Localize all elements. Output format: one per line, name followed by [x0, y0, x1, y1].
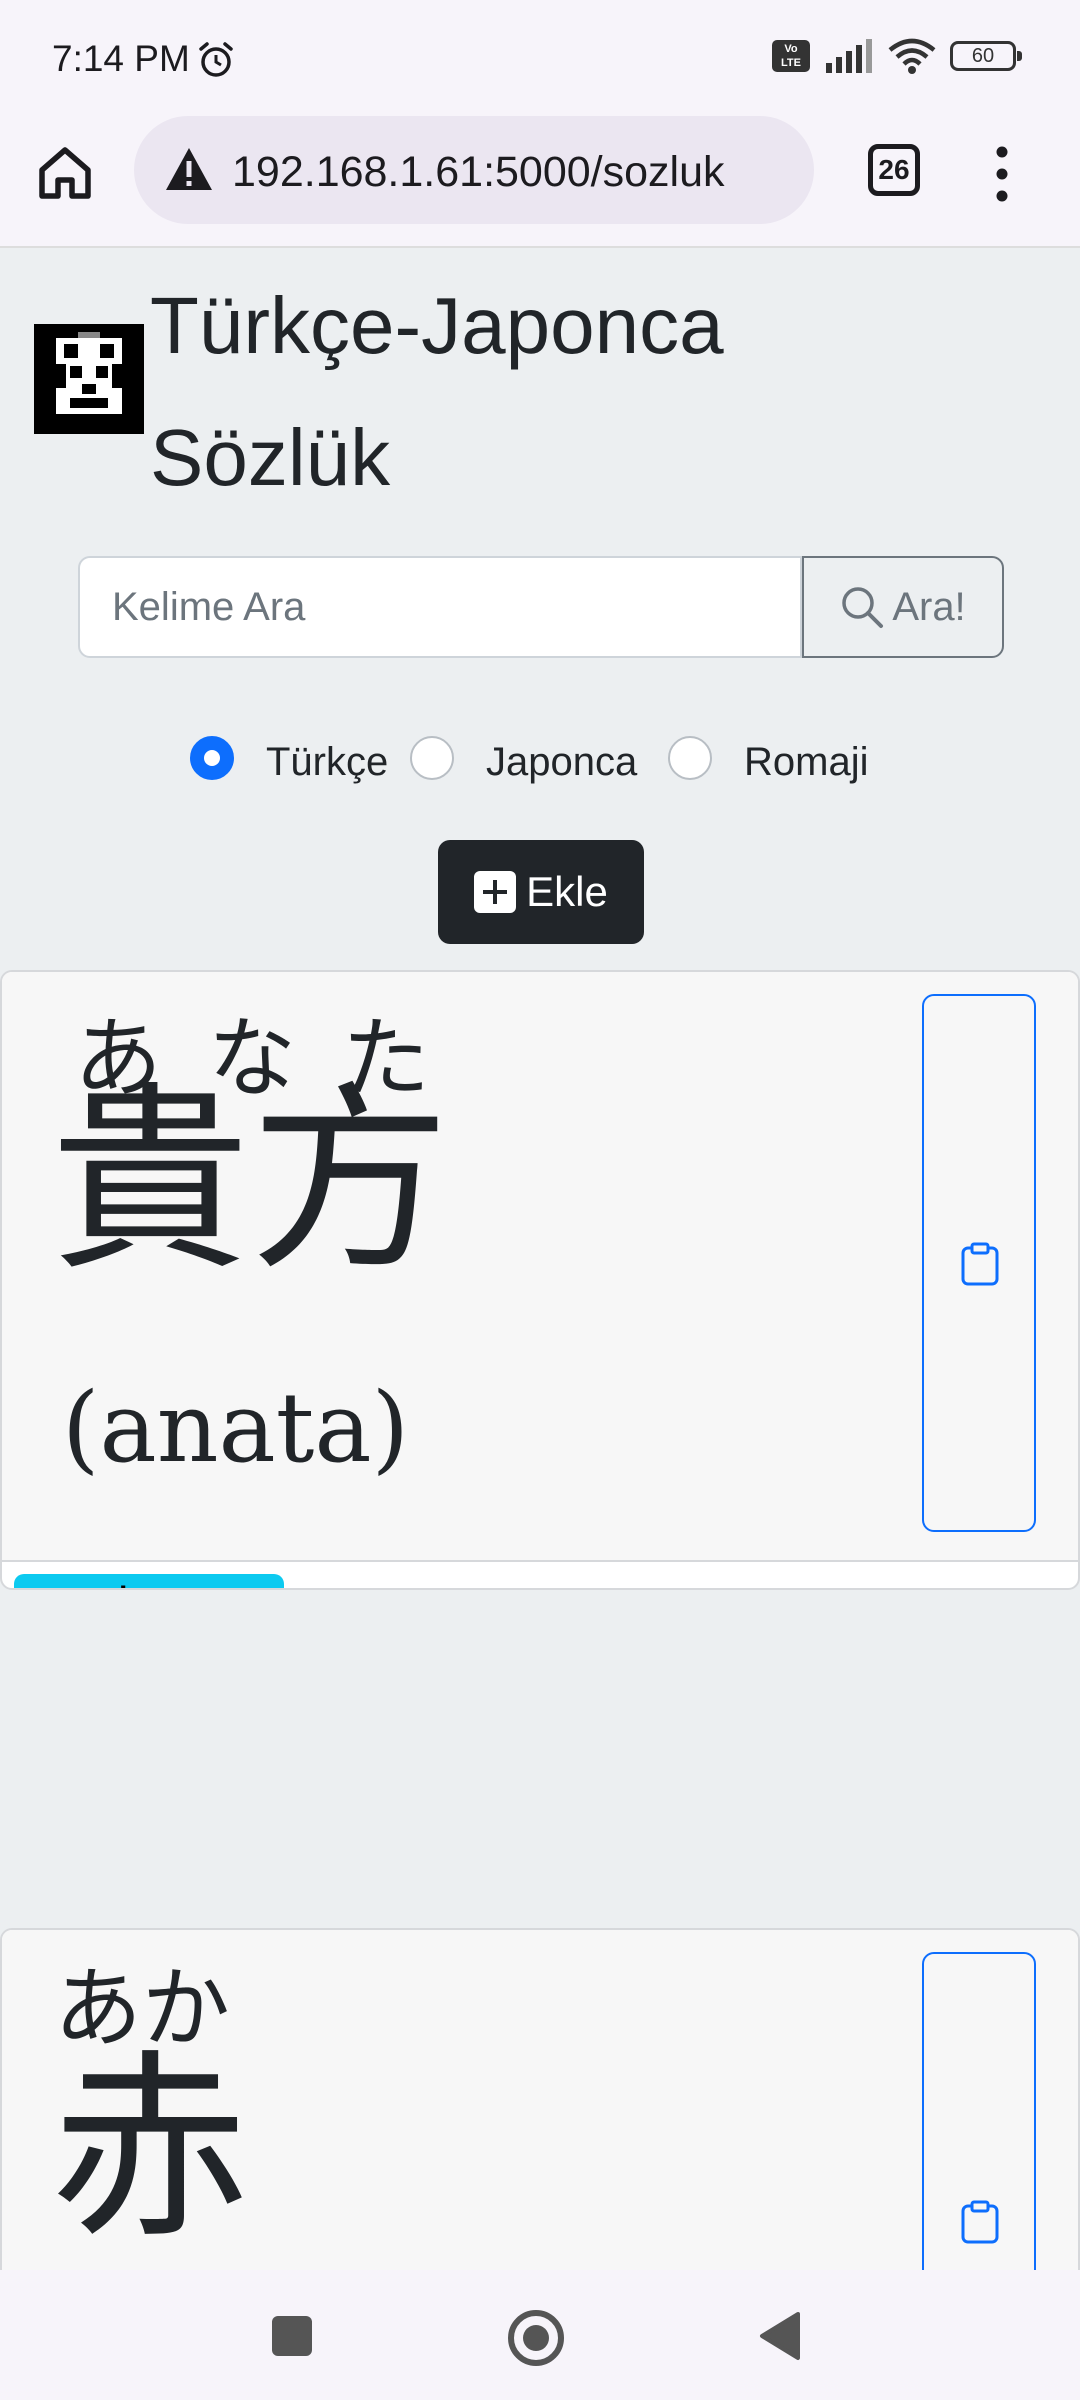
url-text[interactable]: 192.168.1.61:5000/sozluk [232, 148, 725, 197]
word-card: あなた 貴方 (anata) İsim sen [0, 970, 1080, 1590]
alarm-icon [199, 42, 233, 77]
status-bar: 7:14 PM Vo LTE 60 [0, 0, 1080, 112]
home-icon[interactable] [32, 140, 98, 206]
radio-label-japonca[interactable]: Japonca [486, 740, 637, 785]
status-time: 7:14 PM [52, 38, 190, 79]
search-button-label: Ara! [892, 584, 966, 629]
site-logo-icon [34, 324, 144, 434]
romaji-text: (anata) [62, 1372, 410, 1484]
copy-button[interactable] [922, 994, 1036, 1532]
add-word-button[interactable]: Ekle [438, 840, 644, 944]
volte-icon: Vo LTE [772, 40, 810, 72]
system-nav-bar [0, 2270, 1080, 2400]
radio-japonca[interactable] [410, 736, 454, 780]
word-card-header: あなた 貴方 (anata) [2, 972, 1078, 1562]
address-bar[interactable]: 192.168.1.61:5000/sozluk [134, 116, 814, 224]
language-radio-group: Türkçe Japonca Romaji [0, 728, 1080, 798]
word-type-badge: İsim [14, 1574, 284, 1588]
signal-icon [826, 39, 872, 73]
battery-icon: 60 [950, 41, 1022, 71]
word-card: あか 赤 [0, 1928, 1080, 2270]
warning-icon[interactable] [164, 146, 214, 192]
search-form: Ara! [78, 556, 1004, 658]
radio-label-turkce[interactable]: Türkçe [266, 740, 388, 785]
kanji-text: 赤 [50, 2033, 251, 2266]
search-button[interactable]: Ara! [802, 556, 1004, 658]
more-options-icon[interactable] [992, 146, 1012, 202]
radio-label-romaji[interactable]: Romaji [744, 740, 868, 785]
recents-icon[interactable] [272, 2316, 312, 2356]
home-nav-icon[interactable] [508, 2310, 564, 2366]
radio-turkce[interactable] [190, 736, 234, 780]
word-card-header: あか 赤 [2, 1930, 1078, 2270]
add-button-label: Ekle [526, 868, 608, 915]
status-icons: Vo LTE 60 [772, 38, 1022, 74]
clipboard-icon [961, 1242, 999, 1286]
kanji-text: 貴方 [50, 1065, 451, 1298]
browser-toolbar: 192.168.1.61:5000/sozluk 26 [0, 112, 1080, 248]
plus-square-icon [474, 871, 517, 913]
search-input[interactable] [78, 556, 802, 658]
clipboard-icon [961, 2200, 999, 2244]
tab-switcher-button[interactable]: 26 [868, 144, 920, 196]
page-content: Türkçe-Japonca Sözlük Ara! Türkçe Japonc… [0, 250, 1080, 2270]
radio-romaji[interactable] [668, 736, 712, 780]
copy-button[interactable] [922, 1952, 1036, 2270]
wifi-icon [888, 38, 936, 74]
search-icon [842, 587, 884, 628]
page-title: Türkçe-Japonca Sözlük [150, 281, 724, 502]
back-icon[interactable] [758, 2310, 802, 2362]
